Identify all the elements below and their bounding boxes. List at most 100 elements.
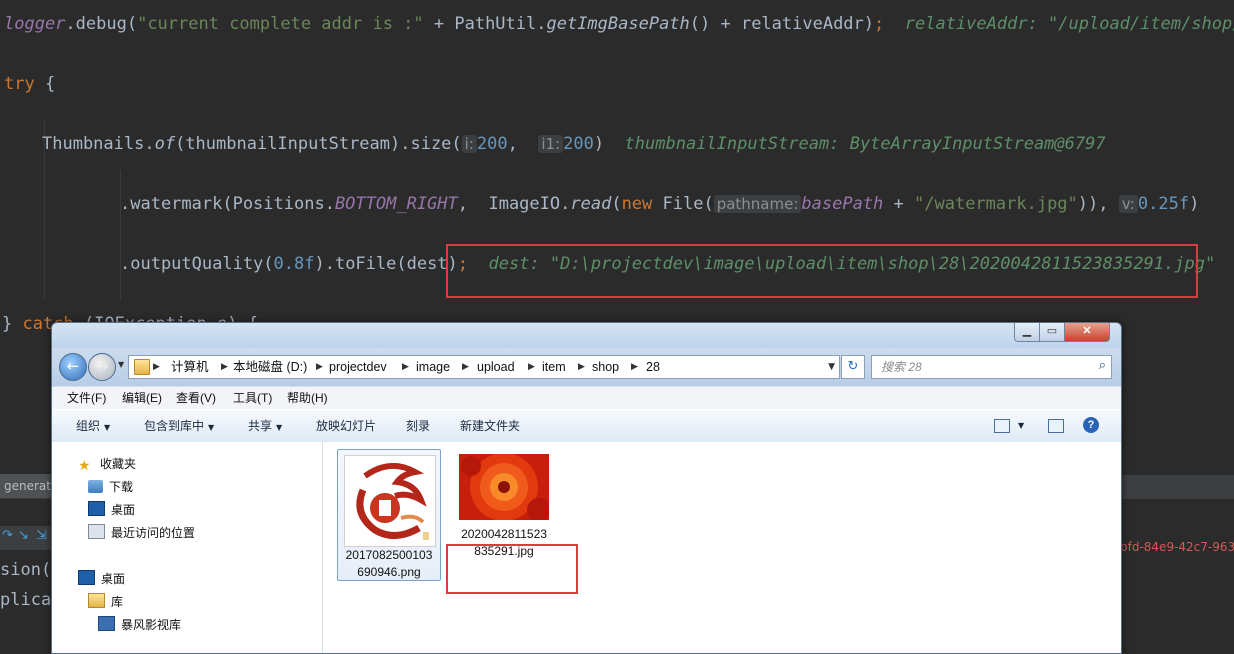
code-line-3: Thumbnails.of(thumbnailInputStream).size…	[42, 133, 1106, 155]
breadcrumb-separator-icon[interactable]: ▶	[631, 356, 638, 378]
breadcrumb-28[interactable]: 28	[646, 356, 660, 378]
menu-file[interactable]: 文件(F)	[67, 387, 106, 409]
recent-places-icon	[88, 524, 105, 539]
nav-recent-places[interactable]: 最近访问的位置	[88, 523, 195, 543]
address-bar[interactable]: ▶ 计算机 ▶ 本地磁盘 (D:) ▶ projectdev ▶ image ▶…	[128, 355, 840, 379]
nav-downloads-label: 下载	[109, 480, 134, 494]
code-text: .watermark(Positions.	[120, 194, 335, 214]
menu-tools[interactable]: 工具(T)	[233, 387, 272, 409]
help-icon[interactable]: ?	[1083, 417, 1099, 433]
nav-favorites[interactable]: ★ 收藏夹	[78, 454, 136, 474]
menu-view[interactable]: 查看(V)	[176, 387, 216, 409]
code-semicolon: ;	[874, 14, 885, 34]
logger-field: logger	[4, 14, 66, 34]
dragon-logo-image	[345, 456, 435, 546]
code-text: Thumbnails.	[42, 134, 155, 154]
nav-libraries[interactable]: 库	[88, 592, 123, 612]
breadcrumb-separator-icon[interactable]: ▶	[402, 356, 409, 378]
nav-desktop[interactable]: 桌面	[78, 569, 125, 589]
search-input[interactable]: 搜索 28 ⌕	[871, 355, 1112, 379]
breadcrumb-projectdev[interactable]: projectdev	[329, 356, 387, 378]
run-tab-label: generat	[4, 479, 51, 493]
search-icon[interactable]: ⌕	[1099, 358, 1106, 373]
breadcrumb-drive-d[interactable]: 本地磁盘 (D:)	[233, 356, 307, 378]
breadcrumb-separator-icon[interactable]: ▶	[316, 356, 323, 378]
nav-desktop-favorite-label: 桌面	[111, 503, 136, 517]
file-name-line: 690946.png	[357, 565, 421, 579]
search-placeholder: 搜索 28	[881, 360, 922, 374]
code-text: .outputQuality(	[120, 254, 274, 274]
menu-help[interactable]: 帮助(H)	[287, 387, 328, 409]
address-dropdown-icon[interactable]: ▼	[828, 356, 835, 378]
nav-downloads[interactable]: 下载	[88, 477, 133, 497]
nav-desktop-favorite[interactable]: 桌面	[88, 500, 135, 520]
new-folder-button[interactable]: 新建文件夹	[460, 410, 520, 442]
share-button[interactable]: 共享 ▼	[248, 410, 282, 442]
nav-libraries-label: 库	[111, 595, 124, 609]
close-button[interactable]: ✕	[1064, 323, 1110, 342]
highlight-box-dest	[446, 244, 1198, 298]
organize-label: 组织	[76, 419, 101, 433]
breadcrumb-separator-icon[interactable]: ▶	[462, 356, 469, 378]
code-line-4: .watermark(Positions.BOTTOM_RIGHT, Image…	[120, 193, 1199, 215]
breadcrumb-separator-icon[interactable]: ▶	[578, 356, 585, 378]
burn-button[interactable]: 刻录	[406, 410, 430, 442]
breadcrumb-image[interactable]: image	[416, 356, 450, 378]
include-library-label: 包含到库中	[144, 419, 205, 433]
inline-debug-value: relativeAddr: "/upload/item/shop/28	[904, 14, 1234, 34]
code-number: 0.8f	[273, 254, 315, 274]
file-item-png[interactable]: 2017082500103 690946.png	[337, 449, 441, 581]
code-text: ).toFile(dest)	[314, 254, 458, 274]
try-keyword: try	[4, 74, 35, 94]
maximize-button[interactable]: ▭	[1039, 323, 1065, 342]
forward-arrow-icon[interactable]: →	[88, 353, 116, 381]
breadcrumb-separator-icon[interactable]: ▶	[221, 356, 228, 378]
param-hint: pathname:	[713, 195, 802, 213]
new-keyword: new	[621, 194, 653, 214]
back-arrow-icon[interactable]: ←	[59, 353, 87, 381]
include-library-button[interactable]: 包含到库中 ▼	[144, 410, 214, 442]
code-number: 200	[563, 134, 594, 154]
code-text: + PathUtil.	[423, 14, 547, 34]
breadcrumb-separator-icon[interactable]: ▶	[153, 356, 160, 378]
view-dropdown-icon[interactable]: ▼	[1018, 410, 1024, 442]
menu-edit[interactable]: 编辑(E)	[122, 387, 162, 409]
folder-icon	[134, 359, 150, 375]
breadcrumb-separator-icon[interactable]: ▶	[528, 356, 535, 378]
code-text: {	[34, 74, 56, 94]
change-view-icon[interactable]	[994, 419, 1010, 433]
code-text: , ImageIO.	[457, 194, 571, 214]
code-text: )	[593, 134, 605, 154]
refresh-icon[interactable]: ↻	[841, 355, 865, 379]
inline-debug-value: thumbnailInputStream: ByteArrayInputStre…	[624, 134, 1106, 154]
console-right-text: bfd-84e9-42c7-9634	[1120, 540, 1234, 554]
explorer-window: ▁ ▭ ✕ ← → ▼ ▶ 计算机 ▶ 本地磁盘 (D:) ▶ projectd…	[51, 322, 1122, 654]
breadcrumb-item[interactable]: item	[542, 356, 566, 378]
breadcrumb-upload[interactable]: upload	[477, 356, 515, 378]
indent-guide	[120, 170, 121, 300]
run-tab[interactable]: generat	[0, 474, 52, 498]
desktop-icon	[88, 501, 105, 516]
recent-pages-dropdown-icon[interactable]: ▼	[118, 360, 124, 369]
code-static-method: of	[154, 134, 176, 154]
step-out-icon[interactable]: ⇲	[36, 528, 50, 543]
code-static-method: read	[570, 194, 612, 214]
step-over-icon[interactable]: ↷	[2, 528, 16, 543]
code-static-method: getImgBasePath	[546, 14, 690, 34]
highlight-box-new-file	[446, 544, 578, 594]
breadcrumb-shop[interactable]: shop	[592, 356, 619, 378]
step-into-icon[interactable]: ↘	[18, 528, 32, 543]
code-constant: BOTTOM_RIGHT	[334, 194, 458, 214]
address-row: ← → ▼ ▶ 计算机 ▶ 本地磁盘 (D:) ▶ projectdev ▶ i…	[52, 348, 1121, 386]
code-text: (thumbnailInputStream).size(	[175, 134, 462, 154]
nav-video-library[interactable]: 暴风影视库	[98, 615, 181, 635]
code-text: .debug(	[65, 14, 138, 34]
code-number: 0.25f	[1137, 194, 1190, 214]
minimize-button[interactable]: ▁	[1014, 323, 1040, 342]
star-icon: ★	[78, 458, 91, 474]
organize-button[interactable]: 组织 ▼	[76, 410, 110, 442]
code-line-2: try {	[4, 73, 55, 95]
slideshow-button[interactable]: 放映幻灯片	[316, 410, 376, 442]
breadcrumb-computer[interactable]: 计算机	[171, 356, 209, 378]
preview-pane-icon[interactable]	[1048, 419, 1064, 433]
